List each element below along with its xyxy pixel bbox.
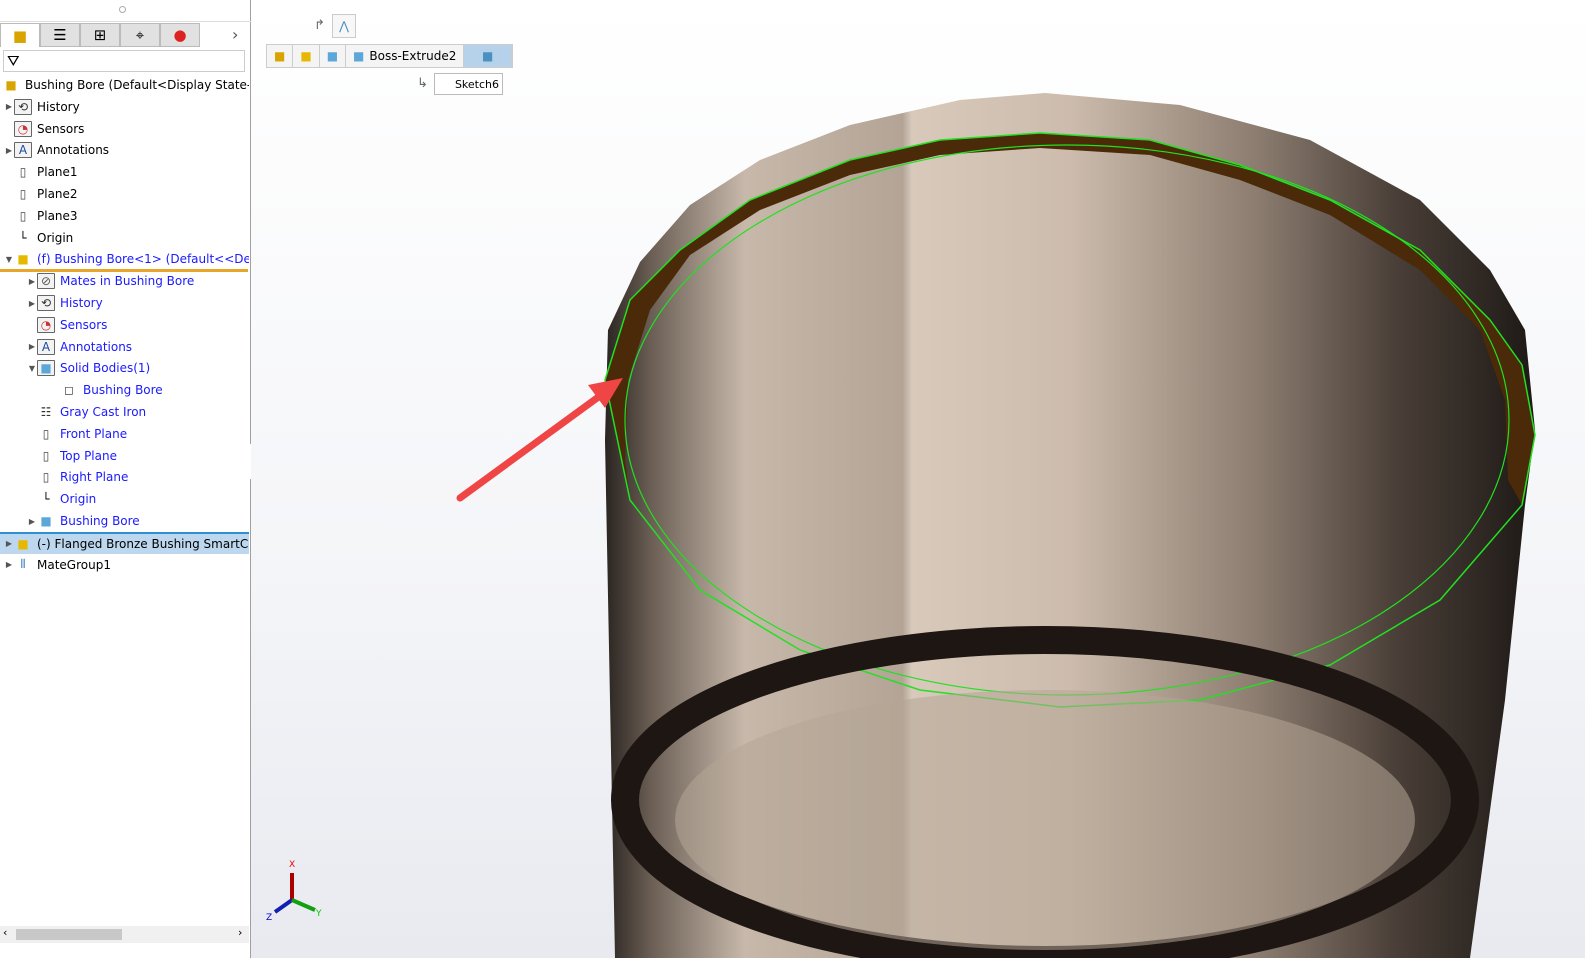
feature-label: Boss-Extrude2	[369, 49, 457, 63]
down-arrow-icon: ↳	[417, 76, 428, 91]
parent-sketch-button[interactable]: ⋀	[332, 14, 356, 38]
triad-y-label: Y	[315, 909, 322, 919]
callout-arrow	[456, 386, 612, 502]
breadcrumb-part[interactable]: ■	[293, 45, 320, 67]
solid-body-icon: ■	[326, 49, 339, 63]
breadcrumb-face[interactable]: ■	[464, 45, 512, 67]
bore-interior	[675, 690, 1415, 950]
breadcrumb-assembly[interactable]: ■	[267, 45, 294, 67]
triad: X Z Y	[266, 860, 322, 923]
triad-x-label: X	[289, 860, 295, 870]
part-icon: ■	[300, 49, 312, 63]
up-arrow-icon: ↱	[314, 18, 325, 33]
triad-z-label: Z	[266, 913, 272, 923]
sketch-label: Sketch6	[454, 77, 499, 91]
face-icon: ■	[482, 49, 494, 63]
assembly-icon: ■	[274, 49, 286, 63]
sketch-line-icon: ⋀	[339, 19, 349, 33]
breadcrumb-feature[interactable]: ■ Boss-Extrude2	[346, 45, 465, 67]
breadcrumb: ■ ■ ■ ■ Boss-Extrude2 ■	[266, 44, 513, 68]
breadcrumb-body[interactable]: ■	[320, 45, 347, 67]
model-view: X Z Y	[266, 93, 1536, 958]
extrude-icon: ■	[353, 49, 365, 63]
sketch6-button[interactable]: Sketch6	[434, 73, 503, 95]
